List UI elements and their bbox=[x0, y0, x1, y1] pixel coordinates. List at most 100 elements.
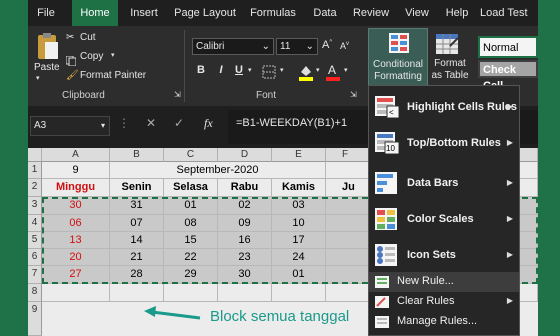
font-color-icon[interactable]: A bbox=[326, 63, 340, 81]
clipboard-launcher-icon[interactable]: ⇲ bbox=[174, 90, 181, 99]
date-cell[interactable]: 27 bbox=[42, 266, 110, 284]
bold-button[interactable]: B bbox=[194, 64, 208, 76]
decrease-font-icon[interactable]: Av bbox=[340, 41, 349, 51]
conditional-formatting-button[interactable]: Conditional Formatting bbox=[368, 28, 428, 86]
date-cell[interactable]: 17 bbox=[272, 232, 326, 249]
day-header-rabu[interactable]: Rabu bbox=[218, 179, 272, 197]
row-header-5[interactable]: 5 bbox=[28, 232, 42, 249]
row-header-4[interactable]: 4 bbox=[28, 215, 42, 232]
row-header-7[interactable]: 7 bbox=[28, 266, 42, 284]
row-header-2[interactable]: 2 bbox=[28, 179, 42, 197]
date-cell[interactable]: 24 bbox=[272, 249, 326, 266]
copy-icon[interactable] bbox=[65, 53, 77, 67]
column-header-e[interactable]: E bbox=[272, 148, 326, 162]
row-header-9[interactable]: 9 bbox=[28, 302, 42, 336]
copy-dropdown-icon[interactable]: ▾ bbox=[111, 51, 115, 59]
tab-review[interactable]: Review bbox=[350, 0, 392, 26]
tab-help[interactable]: Help bbox=[442, 0, 472, 26]
row-header-1[interactable]: 1 bbox=[28, 162, 42, 179]
format-as-table-button[interactable]: Format as Table bbox=[430, 58, 470, 82]
menu-item-highlight-cells-rules[interactable]: < Highlight Cells Rules ▶ bbox=[369, 92, 519, 122]
day-header-minggu[interactable]: Minggu bbox=[42, 179, 110, 197]
date-cell[interactable]: 01 bbox=[272, 266, 326, 284]
date-cell[interactable]: 21 bbox=[110, 249, 164, 266]
date-cell[interactable]: 30 bbox=[42, 197, 110, 215]
date-cell[interactable]: 23 bbox=[218, 249, 272, 266]
calendar-title-cell[interactable]: September-2020 bbox=[110, 162, 326, 179]
date-cell[interactable]: 07 bbox=[110, 215, 164, 232]
tab-formulas[interactable]: Formulas bbox=[246, 0, 300, 26]
date-cell[interactable]: 30 bbox=[218, 266, 272, 284]
date-cell[interactable]: 20 bbox=[42, 249, 110, 266]
cut-button[interactable]: Cut bbox=[80, 32, 96, 43]
menu-item-color-scales[interactable]: Color Scales ▶ bbox=[369, 204, 519, 234]
date-cell[interactable]: 10 bbox=[272, 215, 326, 232]
tab-insert[interactable]: Insert bbox=[124, 0, 164, 26]
date-cell[interactable]: 31 bbox=[110, 197, 164, 215]
date-cell[interactable]: 28 bbox=[110, 266, 164, 284]
menu-item-data-bars[interactable]: Data Bars ▶ bbox=[369, 168, 519, 198]
menu-item-new-rule[interactable]: New Rule... bbox=[369, 272, 519, 292]
menu-item-manage-rules[interactable]: Manage Rules... bbox=[369, 312, 519, 332]
menu-item-clear-rules[interactable]: Clear Rules ▶ bbox=[369, 292, 519, 312]
paste-dropdown-icon[interactable]: ▾ bbox=[36, 74, 40, 82]
format-as-table-icon[interactable] bbox=[436, 34, 459, 54]
cell[interactable] bbox=[110, 284, 164, 302]
cancel-icon[interactable]: ✕ bbox=[146, 116, 156, 130]
column-header-a[interactable]: A bbox=[42, 148, 110, 162]
menu-item-icon-sets[interactable]: Icon Sets ▶ bbox=[369, 240, 519, 270]
tab-page-layout[interactable]: Page Layout bbox=[170, 0, 240, 26]
style-normal[interactable]: Normal bbox=[478, 36, 538, 58]
paste-icon[interactable] bbox=[34, 32, 60, 62]
style-check-cell[interactable]: Check Cell bbox=[478, 60, 538, 92]
tab-view[interactable]: View bbox=[400, 0, 434, 26]
font-color-dropdown-icon[interactable]: ▾ bbox=[344, 66, 348, 74]
column-header-c[interactable]: C bbox=[164, 148, 218, 162]
borders-icon[interactable] bbox=[262, 65, 276, 79]
cell[interactable] bbox=[218, 284, 272, 302]
cell-a1[interactable]: 9 bbox=[42, 162, 110, 179]
tab-data[interactable]: Data bbox=[308, 0, 342, 26]
fill-color-icon[interactable] bbox=[298, 63, 314, 81]
date-cell[interactable]: 09 bbox=[218, 215, 272, 232]
date-cell[interactable]: 14 bbox=[110, 232, 164, 249]
insert-function-icon[interactable]: fx bbox=[204, 116, 213, 131]
date-cell[interactable]: 13 bbox=[42, 232, 110, 249]
date-cell[interactable]: 15 bbox=[164, 232, 218, 249]
font-launcher-icon[interactable]: ⇲ bbox=[350, 90, 357, 99]
date-cell[interactable]: 01 bbox=[164, 197, 218, 215]
enter-icon[interactable]: ✓ bbox=[174, 116, 184, 130]
select-all-corner[interactable] bbox=[28, 148, 42, 162]
cell[interactable] bbox=[42, 284, 110, 302]
date-cell[interactable]: 22 bbox=[164, 249, 218, 266]
paste-button[interactable]: Paste bbox=[34, 62, 60, 73]
tab-load-test[interactable]: Load Test bbox=[480, 0, 538, 26]
cut-icon[interactable]: ✂ bbox=[66, 32, 74, 43]
row-header-6[interactable]: 6 bbox=[28, 249, 42, 266]
underline-dropdown-icon[interactable]: ▾ bbox=[248, 66, 252, 74]
row-header-3[interactable]: 3 bbox=[28, 197, 42, 215]
fill-color-dropdown-icon[interactable]: ▾ bbox=[316, 66, 320, 74]
format-painter-icon[interactable]: 🖌 bbox=[66, 70, 79, 81]
column-header-b[interactable]: B bbox=[110, 148, 164, 162]
tab-file[interactable]: File bbox=[32, 0, 60, 26]
cell[interactable] bbox=[164, 284, 218, 302]
cell[interactable] bbox=[272, 284, 326, 302]
copy-button[interactable]: Copy bbox=[80, 51, 103, 62]
date-cell[interactable]: 02 bbox=[218, 197, 272, 215]
date-cell[interactable]: 16 bbox=[218, 232, 272, 249]
font-name-box[interactable]: Calibri ⌄ bbox=[192, 38, 274, 55]
date-cell[interactable]: 08 bbox=[164, 215, 218, 232]
underline-button[interactable]: U bbox=[232, 64, 246, 76]
day-header-kamis[interactable]: Kamis bbox=[272, 179, 326, 197]
name-box[interactable]: A3 ▾ bbox=[30, 116, 110, 136]
menu-item-top-bottom-rules[interactable]: 10 Top/Bottom Rules ▶ bbox=[369, 128, 519, 158]
format-painter-button[interactable]: Format Painter bbox=[80, 70, 146, 81]
tab-home[interactable]: Home bbox=[72, 0, 118, 26]
italic-button[interactable]: I bbox=[214, 64, 228, 76]
borders-dropdown-icon[interactable]: ▾ bbox=[280, 66, 284, 74]
day-header-selasa[interactable]: Selasa bbox=[164, 179, 218, 197]
column-header-d[interactable]: D bbox=[218, 148, 272, 162]
font-size-box[interactable]: 11 ⌄ bbox=[276, 38, 318, 55]
date-cell[interactable]: 29 bbox=[164, 266, 218, 284]
